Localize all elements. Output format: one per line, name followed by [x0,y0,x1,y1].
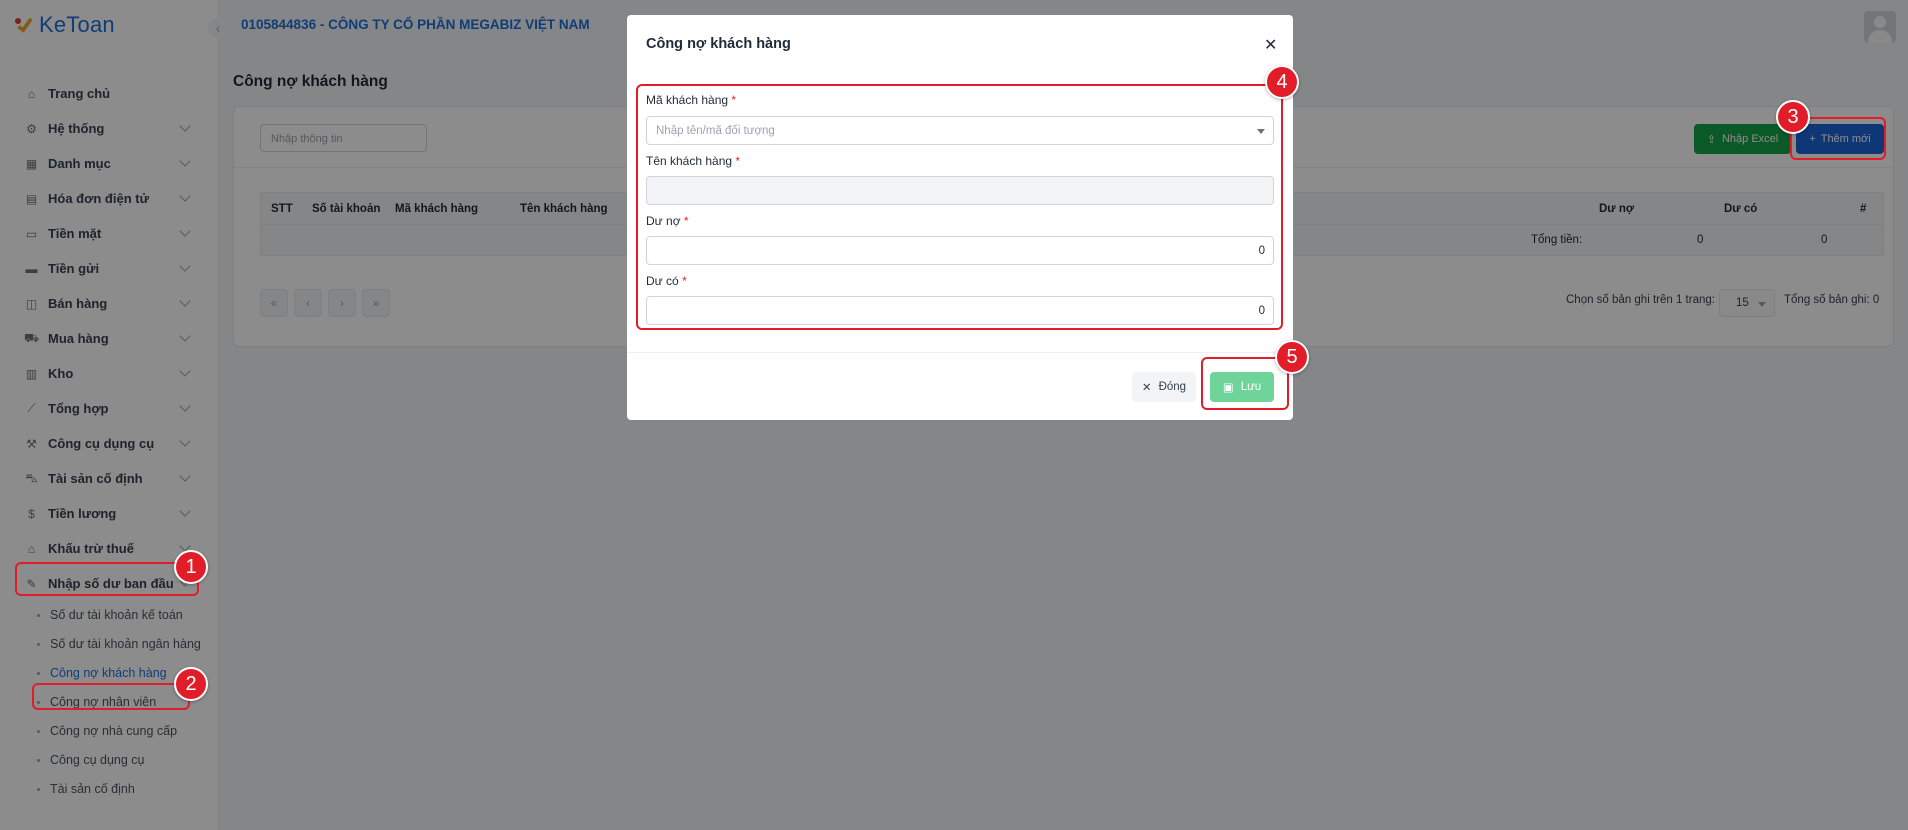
annotation-box-2 [32,683,190,710]
close-icon[interactable]: ✕ [1264,35,1277,55]
annotation-badge-2: 2 [174,667,208,701]
close-icon: ✕ [1141,382,1152,394]
annotation-badge-4: 4 [1265,65,1299,99]
close-label: Đóng [1158,381,1187,393]
annotation-badge-5: 5 [1275,340,1309,374]
annotation-box-4 [636,84,1283,330]
annotation-badge-3: 3 [1776,100,1810,134]
modal-divider [627,352,1293,353]
close-button[interactable]: ✕ Đóng [1132,372,1196,402]
annotation-box-1 [15,562,199,596]
annotation-badge-1: 1 [174,550,208,584]
annotation-box-5 [1201,357,1289,410]
modal-title: Công nợ khách hàng [646,36,791,52]
